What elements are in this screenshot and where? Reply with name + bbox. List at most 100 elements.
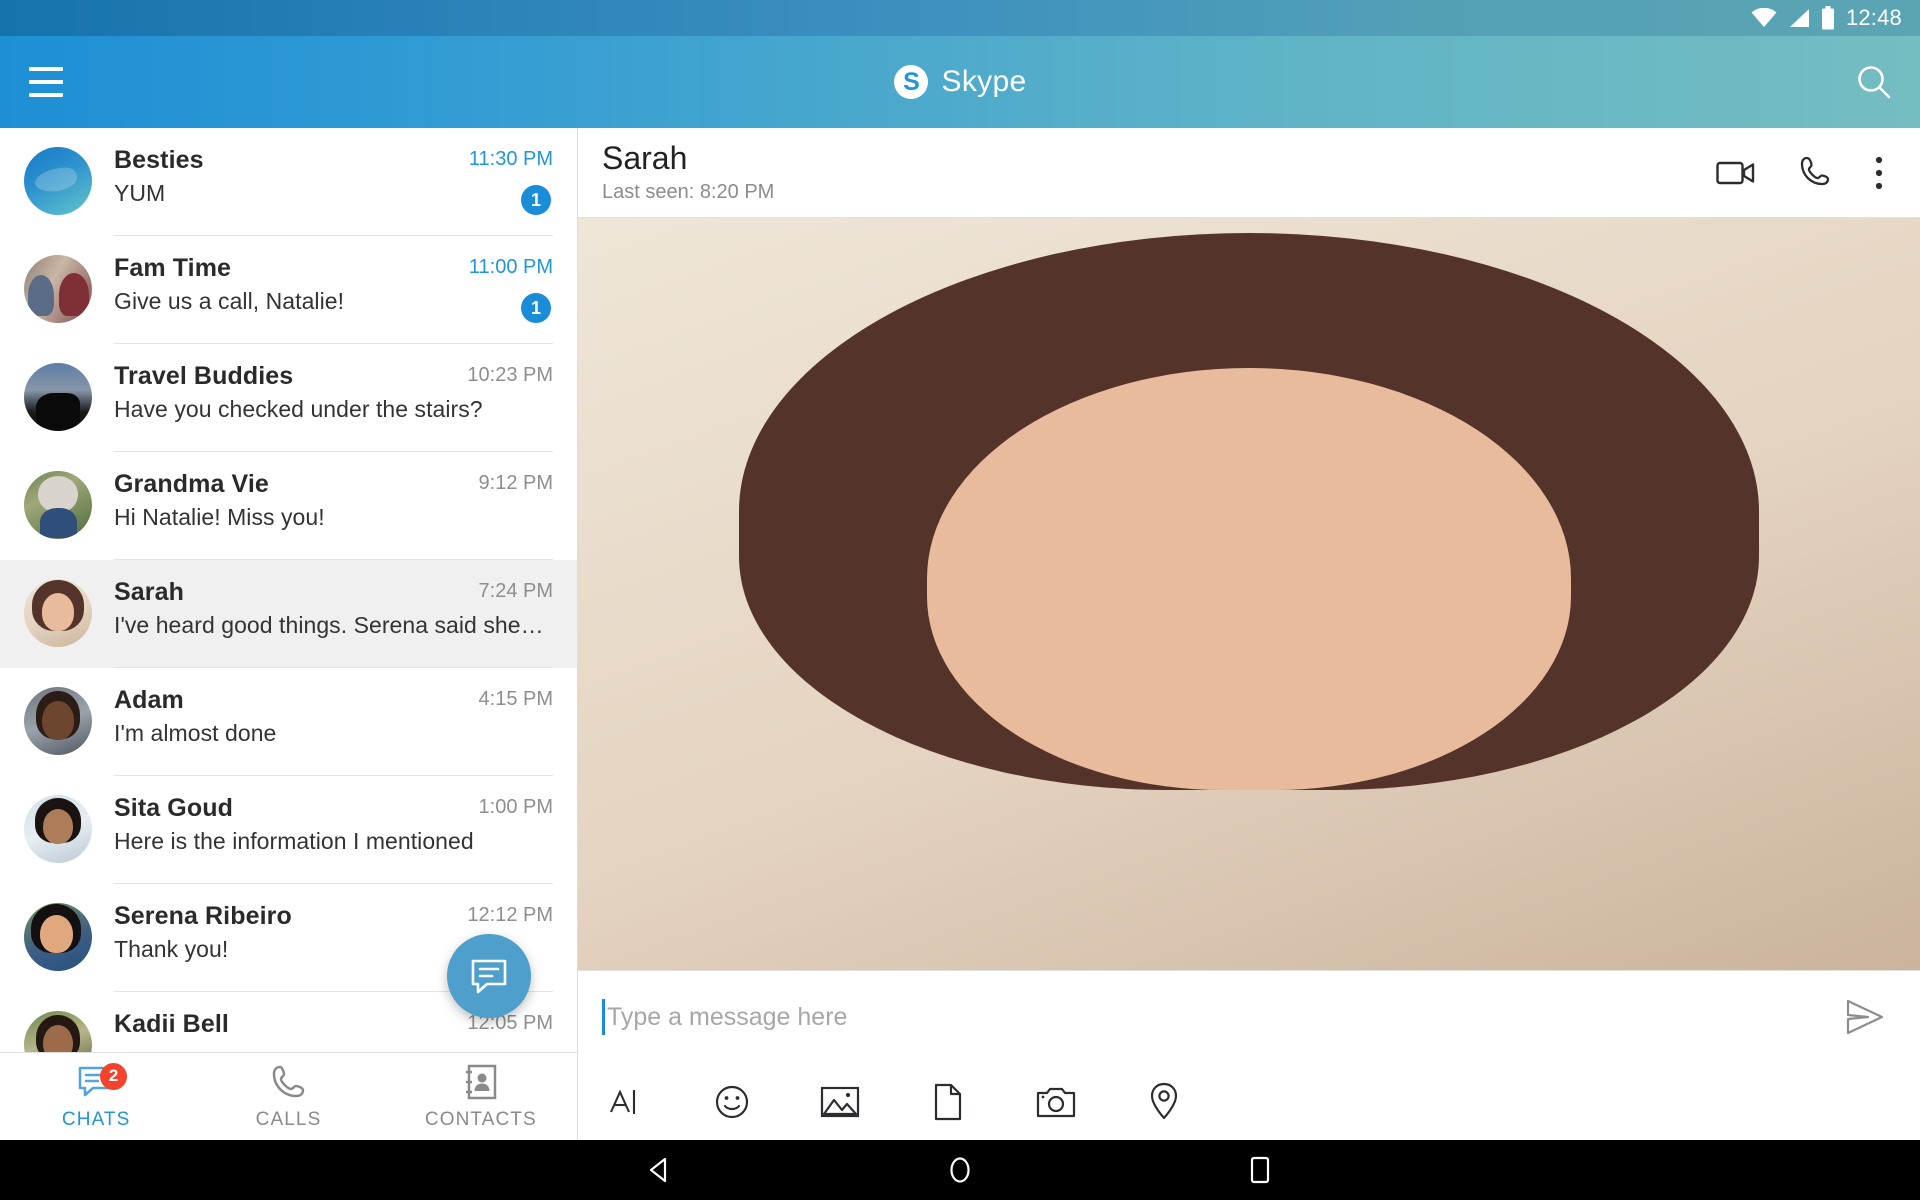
new-chat-icon bbox=[471, 959, 507, 994]
chat-item-preview: I'm almost done bbox=[114, 720, 277, 747]
video-call-button[interactable] bbox=[1716, 159, 1756, 187]
chat-item-time: 11:00 PM bbox=[468, 256, 553, 278]
chat-item-preview: I've heard good things. Serena said she … bbox=[114, 612, 544, 639]
chat-list-panel: Besties YUM 11:30 PM 1 Fam Time Give us a cal… bbox=[0, 128, 578, 1140]
brand: S Skype bbox=[0, 36, 1920, 128]
chat-list-item[interactable]: Adam I'm almost done 4:15 PM bbox=[0, 668, 577, 776]
conversation-subtitle: Last seen: 8:20 PM bbox=[602, 180, 775, 203]
chats-badge: 2 bbox=[100, 1062, 128, 1090]
status-bar: 12:48 bbox=[0, 0, 1920, 36]
chat-item-unread-badge: 1 bbox=[521, 185, 551, 215]
message-input[interactable] bbox=[605, 991, 1822, 1043]
chat-item-body: Adam I'm almost done 4:15 PM bbox=[114, 685, 553, 776]
composer-toolbar bbox=[578, 1063, 1920, 1140]
hamburger-menu-icon[interactable] bbox=[0, 36, 92, 128]
chat-list-item[interactable]: Travel Buddies Have you checked under the… bbox=[0, 344, 577, 452]
image-icon[interactable] bbox=[818, 1080, 862, 1124]
avatar bbox=[24, 579, 92, 647]
conversation-header: Sarah Last seen: 8:20 PM bbox=[578, 128, 1920, 218]
chat-list[interactable]: Besties YUM 11:30 PM 1 Fam Time Give us a cal… bbox=[0, 128, 577, 1052]
battery-icon bbox=[1821, 6, 1834, 30]
bottom-nav-item-contacts[interactable]: CONTACTS bbox=[385, 1053, 577, 1141]
avatar bbox=[24, 363, 92, 431]
camera-icon[interactable] bbox=[1034, 1080, 1078, 1124]
message-list: Tue 7:22 PM Wow! what a beautiful view 7… bbox=[578, 218, 1920, 970]
avatar bbox=[24, 903, 92, 971]
message-composer bbox=[578, 970, 1920, 1140]
bottom-nav-item-chats[interactable]: 2 CHATS bbox=[0, 1053, 192, 1141]
message-row: Tue 7:24 PM I've heard good things. Sere… bbox=[578, 218, 1920, 970]
avatar bbox=[24, 147, 92, 215]
avatar bbox=[578, 218, 1920, 970]
cellular-signal-icon bbox=[1789, 9, 1809, 27]
bottom-nav-label-calls: CALLS bbox=[255, 1109, 322, 1130]
android-navigation-bar bbox=[0, 1140, 1920, 1200]
app-bar: S Skype bbox=[0, 36, 1920, 128]
new-chat-fab[interactable] bbox=[447, 934, 531, 1018]
chat-item-time: 7:24 PM bbox=[478, 580, 553, 602]
android-recents-icon bbox=[1250, 1156, 1270, 1184]
android-home-button[interactable] bbox=[925, 1140, 995, 1200]
status-bar-time: 12:48 bbox=[1845, 5, 1902, 30]
send-button[interactable] bbox=[1842, 997, 1890, 1037]
android-back-button[interactable] bbox=[625, 1140, 695, 1200]
bottom-nav-label-chats: CHATS bbox=[61, 1109, 131, 1130]
chat-list-item[interactable]: Sarah I've heard good things. Serena said… bbox=[0, 560, 577, 668]
phone-call-icon bbox=[1800, 156, 1830, 185]
conversation-titles: Sarah Last seen: 8:20 PM bbox=[602, 141, 1716, 203]
emoji-icon[interactable] bbox=[710, 1080, 754, 1124]
app-title: Skype bbox=[941, 65, 1027, 98]
chat-item-time: 12:12 PM bbox=[467, 904, 553, 926]
skype-logo-letter: S bbox=[902, 67, 919, 96]
composer-input-row bbox=[578, 971, 1920, 1063]
voice-call-button[interactable] bbox=[1798, 156, 1832, 190]
chat-list-item[interactable]: Grandma Vie Hi Natalie! Miss you! 9:12 PM bbox=[0, 452, 577, 560]
wifi-icon bbox=[1751, 8, 1777, 27]
android-home-icon bbox=[950, 1157, 970, 1183]
video-call-icon bbox=[1716, 161, 1755, 184]
chat-item-time: 10:23 PM bbox=[467, 364, 553, 386]
chat-item-unread-badge: 1 bbox=[521, 293, 551, 323]
chat-list-item[interactable]: Fam Time Give us a call, Natalie! 11:00 PM… bbox=[0, 236, 577, 344]
message-input-shell[interactable] bbox=[602, 991, 1822, 1043]
bottom-navigation: 2 CHATS CALLS CONTACTS bbox=[0, 1052, 577, 1140]
chat-item-time: 4:15 PM bbox=[478, 688, 553, 710]
bottom-nav-item-calls[interactable]: CALLS bbox=[192, 1053, 384, 1141]
calls-icon bbox=[273, 1065, 305, 1098]
bottom-nav-label-contacts: CONTACTS bbox=[424, 1109, 537, 1130]
chat-list-item[interactable]: Besties YUM 11:30 PM 1 bbox=[0, 128, 577, 236]
skype-logo-icon: S bbox=[889, 60, 932, 104]
send-icon bbox=[1846, 999, 1884, 1035]
conversation-panel: Sarah Last seen: 8:20 PM Type a message … bbox=[578, 128, 1920, 1140]
chat-item-body: Fam Time Give us a call, Natalie! 11:00 PM… bbox=[114, 253, 553, 344]
more-options-button[interactable] bbox=[1874, 155, 1884, 191]
text-format-icon[interactable] bbox=[602, 1080, 646, 1124]
conversation-title: Sarah bbox=[602, 140, 688, 177]
chat-item-body: Besties YUM 11:30 PM 1 bbox=[114, 145, 553, 236]
chat-item-preview: Give us a call, Natalie! bbox=[114, 288, 345, 315]
chat-item-body: Sita Goud Here is the information I menti… bbox=[114, 793, 553, 884]
avatar bbox=[24, 1011, 92, 1052]
chat-item-body: Travel Buddies Have you checked under the… bbox=[114, 361, 553, 452]
chat-item-preview: YUM bbox=[114, 180, 166, 207]
avatar bbox=[24, 687, 92, 755]
conversation-actions bbox=[1716, 155, 1890, 191]
chat-item-body: Sarah I've heard good things. Serena said… bbox=[114, 577, 553, 668]
avatar bbox=[24, 795, 92, 863]
chat-item-preview: Hi Natalie! Miss you! bbox=[114, 504, 325, 531]
android-recents-button[interactable] bbox=[1225, 1140, 1295, 1200]
chat-item-preview: Here is the information I mentioned bbox=[114, 828, 474, 855]
chat-list-item[interactable]: Sita Goud Here is the information I menti… bbox=[0, 776, 577, 884]
chat-item-time: 11:30 PM bbox=[468, 148, 553, 170]
chat-item-preview: Have you checked under the stairs? bbox=[114, 396, 483, 423]
main-layout: Besties YUM 11:30 PM 1 Fam Time Give us a cal… bbox=[0, 128, 1920, 1140]
chat-item-body: Grandma Vie Hi Natalie! Miss you! 9:12 PM bbox=[114, 469, 553, 560]
avatar bbox=[24, 255, 92, 323]
contacts-icon bbox=[465, 1064, 497, 1100]
location-icon[interactable] bbox=[1142, 1080, 1186, 1124]
more-options-icon bbox=[1875, 156, 1883, 189]
android-back-icon bbox=[649, 1157, 667, 1183]
file-icon[interactable] bbox=[926, 1080, 970, 1124]
avatar bbox=[24, 471, 92, 539]
search-icon[interactable] bbox=[1828, 36, 1920, 128]
